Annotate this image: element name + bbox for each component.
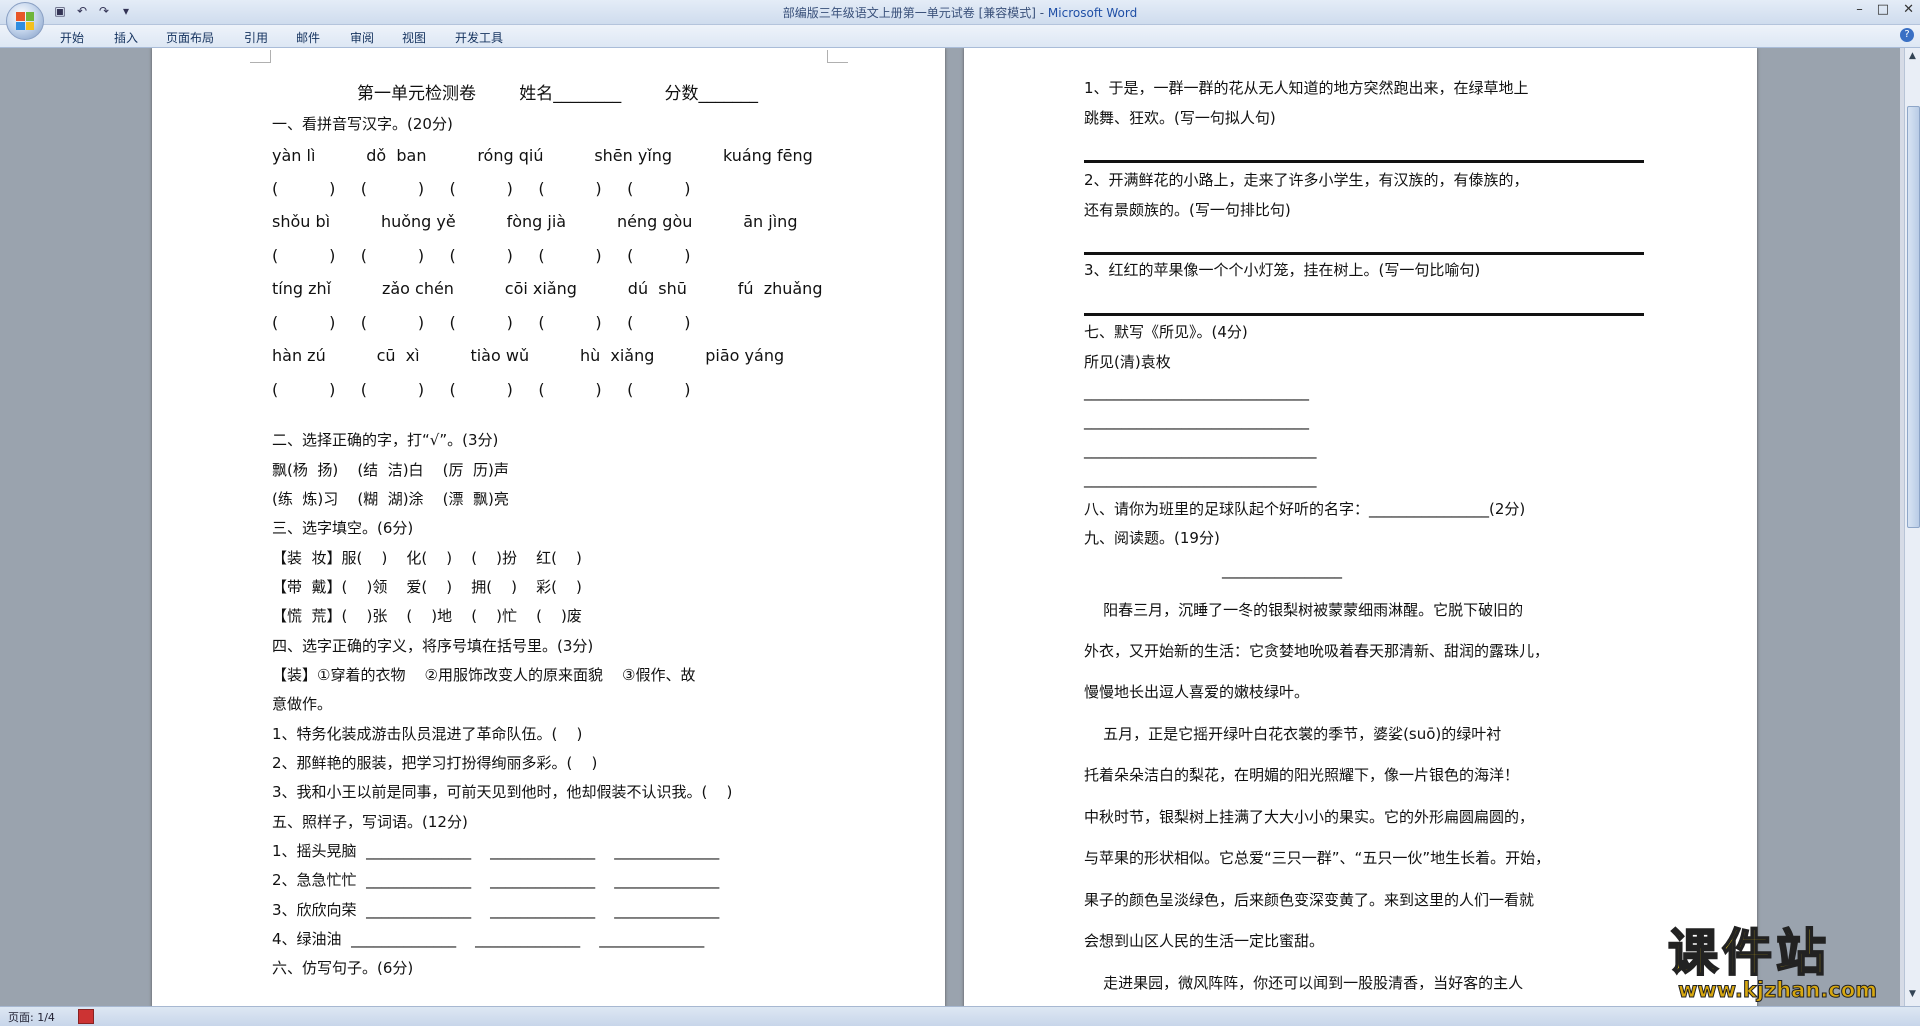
section-heading: 九、阅读题。(19分) (1084, 529, 1220, 547)
section-heading: 七、默写《所见》。(4分) (1084, 323, 1248, 341)
answer-blank: _______________________________ (1084, 441, 1317, 459)
passage-line: 果子的颜色呈淡绿色，后来颜色变深变黄了。来到这里的人们一看就 (1084, 891, 1535, 909)
watermark-url: www.kjzhan.com (1677, 978, 1878, 1003)
question-line: 还有景颇族的。(写一句排比句) (1084, 201, 1291, 219)
title-bar: ▣ ↶ ↷ ▾ 部编版三年级语文上册第一单元试卷 [兼容模式] - Micros… (0, 0, 1920, 40)
tab-view[interactable]: 视图 (402, 29, 426, 46)
margin-corner (827, 50, 848, 63)
help-icon[interactable]: ? (1900, 28, 1914, 42)
window-controls: – □ ✕ (1856, 2, 1914, 17)
question-line: 【慌 荒】( )张 ( )地 ( )忙 ( )废 (272, 607, 582, 625)
margin-corner (250, 50, 271, 63)
ribbon-tabs: 开始 插入 页面布局 引用 邮件 审阅 视图 开发工具 ? (0, 25, 1920, 48)
poem-title: 所见(清)袁枚 (1084, 353, 1171, 371)
pinyin-row: tíng zhǐ zǎo chén cōi xiǎng dú shū fú zh… (272, 279, 823, 298)
answer-blank: ______________________________ (1084, 383, 1309, 401)
question-line: 【装 妆】服( ) 化( ) ( )扮 红( ) (272, 549, 582, 567)
blank-row: ( ) ( ) ( ) ( ) ( ) (272, 246, 691, 265)
question-line: 4、绿油油 ______________ ______________ ____… (272, 930, 705, 948)
office-logo-icon (16, 12, 34, 30)
tab-review[interactable]: 审阅 (350, 29, 374, 46)
scroll-up-icon[interactable]: ▲ (1907, 50, 1918, 62)
question-line: 跳舞、狂欢。(写一句拟人句) (1084, 109, 1276, 127)
status-bar: 页面: 1/4 (0, 1006, 1920, 1026)
answer-rule (1084, 313, 1644, 316)
tab-references[interactable]: 引用 (244, 29, 268, 46)
document-workspace[interactable]: 第一单元检测卷 姓名________ 分数_______ 一、看拼音写汉字。(2… (0, 48, 1900, 1006)
pinyin-row: shǒu bì huǒng yě fòng jià néng gòu ān jì… (272, 212, 798, 231)
question-line: 1、摇头晃脑 ______________ ______________ ___… (272, 842, 720, 860)
section-heading: 二、选择正确的字，打“√”。(3分) (272, 431, 499, 449)
tab-developer[interactable]: 开发工具 (455, 29, 503, 46)
passage-line: 会想到山区人民的生活一定比蜜甜。 (1084, 932, 1325, 950)
section-heading: 四、选字正确的字义，将序号填在括号里。(3分) (272, 637, 594, 655)
question-line: (练 炼)习 (糊 湖)涂 (漂 飘)亮 (272, 490, 509, 508)
passage-line: 五月，正是它摇开绿叶白花衣裳的季节，婆娑(suō)的绿叶衬 (1084, 725, 1502, 743)
proofing-icon[interactable] (78, 1009, 94, 1024)
question-line: 1、特务化装成游击队员混进了革命队伍。( ) (272, 725, 583, 743)
question-line: 【装】①穿着的衣物 ②用服饰改变人的原来面貌 ③假作、故 (272, 666, 696, 684)
passage-line: 阳春三月，沉睡了一冬的银梨树被蒙蒙细雨淋醒。它脱下破旧的 (1084, 601, 1524, 619)
blank-row: ( ) ( ) ( ) ( ) ( ) (272, 179, 691, 198)
site-watermark: 课件站 www.kjzhan.com (1667, 924, 1904, 1003)
tab-home[interactable]: 开始 (60, 29, 84, 46)
question-line: 3、欣欣向荣 ______________ ______________ ___… (272, 901, 720, 919)
question-line: 【带 戴】( )领 爱( ) 拥( ) 彩( ) (272, 578, 582, 596)
question-line: 1、于是，一群一群的花从无人知道的地方突然跑出来，在绿草地上 (1084, 79, 1529, 97)
section-heading: 八、请你为班里的足球队起个好听的名字：________________(2分) (1084, 500, 1526, 518)
scroll-down-icon[interactable]: ▼ (1907, 988, 1918, 1000)
scrollbar-thumb[interactable] (1907, 106, 1920, 528)
tab-page-layout[interactable]: 页面布局 (166, 29, 214, 46)
passage-line: 慢慢地长出逗人喜爱的嫩枝绿叶。 (1084, 683, 1310, 701)
answer-rule (1084, 160, 1644, 163)
passage-line: 走进果园，微风阵阵，你还可以闻到一股股清香，当好客的主人 (1084, 974, 1524, 992)
question-line: 2、急急忙忙 ______________ ______________ ___… (272, 871, 720, 889)
section-heading: 五、照样子，写词语。(12分) (272, 813, 468, 831)
answer-rule (1084, 252, 1644, 255)
answer-blank: ______________________________ (1084, 412, 1309, 430)
close-button[interactable]: ✕ (1903, 2, 1914, 17)
passage-line: 与苹果的形状相似。它总爱“三只一群”、“五只一伙”地生长着。开始， (1084, 849, 1551, 867)
document-page-1[interactable]: 第一单元检测卷 姓名________ 分数_______ 一、看拼音写汉字。(2… (152, 48, 945, 1006)
question-line: 3、红红的苹果像一个个小灯笼，挂在树上。(写一句比喻句) (1084, 261, 1481, 279)
minimize-button[interactable]: – (1856, 2, 1863, 17)
question-line: 飘(杨 扬) (结 洁)白 (厉 历)声 (272, 461, 509, 479)
section-heading: 六、仿写句子。(6分) (272, 959, 414, 977)
exam-title: 第一单元检测卷 姓名________ 分数_______ (357, 84, 758, 104)
passage-line: 外衣，又开始新的生活：它贪婪地吮吸着春天那清新、甜润的露珠儿， (1084, 642, 1550, 660)
maximize-button[interactable]: □ (1877, 2, 1889, 17)
section-heading: 一、看拼音写汉字。(20分) (272, 115, 453, 133)
document-page-2[interactable]: 1、于是，一群一群的花从无人知道的地方突然跑出来，在绿草地上 跳舞、狂欢。(写一… (964, 48, 1757, 1006)
question-line: 2、那鲜艳的服装，把学习打扮得绚丽多彩。( ) (272, 754, 598, 772)
question-line: 意做作。 (272, 695, 333, 713)
office-button[interactable] (6, 2, 44, 40)
question-line: 3、我和小王以前是同事，可前天见到他时，他却假装不认识我。( ) (272, 783, 733, 801)
section-heading: 三、选字填空。(6分) (272, 519, 414, 537)
passage-title-blank: ________________ (1222, 561, 1342, 579)
tab-mailings[interactable]: 邮件 (296, 29, 320, 46)
watermark-title: 课件站 (1667, 924, 1830, 982)
pinyin-row: hàn zú cū xì tiào wǔ hù xiǎng piāo yáng (272, 346, 785, 365)
blank-row: ( ) ( ) ( ) ( ) ( ) (272, 380, 691, 399)
question-line: 2、开满鲜花的小路上，走来了许多小学生，有汉族的，有傣族的， (1084, 171, 1529, 189)
vertical-scrollbar[interactable]: ▲ ▼ (1904, 48, 1920, 1006)
passage-line: 中秋时节，银梨树上挂满了大大小小的果实。它的外形扁圆扁圆的， (1084, 808, 1535, 826)
passage-line: 托着朵朵洁白的梨花，在明媚的阳光照耀下，像一片银色的海洋！ (1084, 766, 1520, 784)
blank-row: ( ) ( ) ( ) ( ) ( ) (272, 313, 691, 332)
pinyin-row: yàn lì dǒ ban róng qiú shēn yǐng kuáng f… (272, 146, 813, 165)
page-indicator[interactable]: 页面: 1/4 (8, 1009, 55, 1025)
answer-blank: _______________________________ (1084, 470, 1317, 488)
window-title: 部编版三年级语文上册第一单元试卷 [兼容模式] - Microsoft Word (782, 6, 1138, 20)
tab-insert[interactable]: 插入 (114, 29, 138, 46)
